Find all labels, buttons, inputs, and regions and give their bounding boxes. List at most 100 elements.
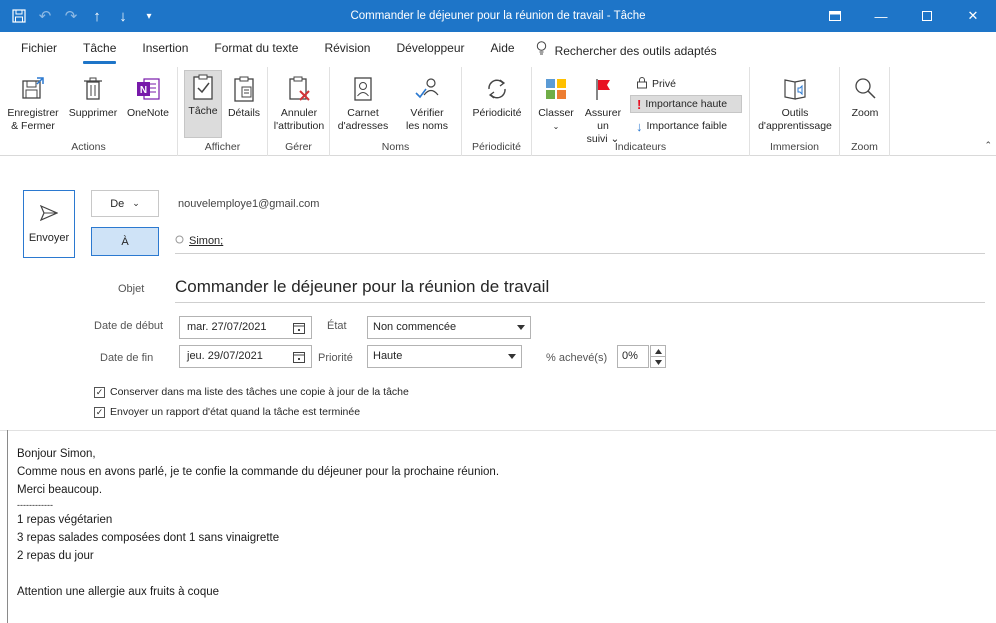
- details-view-button[interactable]: Détails: [225, 73, 263, 120]
- group-indicateurs: Classer ⌄ Assurer un suivi ⌄ Privé ! Imp…: [532, 67, 750, 156]
- exclamation-icon: !: [637, 96, 642, 112]
- delete-button[interactable]: Supprimer: [66, 73, 120, 120]
- lock-icon: [636, 76, 648, 92]
- due-date-field[interactable]: jeu. 29/07/2021: [179, 345, 312, 368]
- group-label-indicateurs: Indicateurs: [614, 141, 667, 153]
- presence-icon: [175, 235, 184, 247]
- from-value: nouvelemploye1@gmail.com: [178, 198, 320, 210]
- group-label-actions: Actions: [71, 141, 106, 153]
- tab-fichier[interactable]: Fichier: [8, 36, 70, 67]
- zoom-button[interactable]: Zoom: [845, 73, 885, 120]
- recurrence-button[interactable]: Périodicité: [467, 73, 527, 120]
- onenote-button[interactable]: N OneNote: [122, 73, 174, 120]
- group-zoom: Zoom Zoom: [840, 67, 890, 156]
- group-label-zoom: Zoom: [851, 141, 878, 153]
- tab-format-du-texte[interactable]: Format du texte: [201, 36, 311, 67]
- group-label-periodicite: Périodicité: [471, 141, 522, 153]
- calendar-icon[interactable]: [293, 350, 305, 363]
- recipient-simon[interactable]: Simon;: [189, 235, 223, 247]
- from-button[interactable]: De ⌄: [91, 190, 159, 217]
- tab-aide[interactable]: Aide: [478, 36, 528, 67]
- group-noms: Carnet d'adresses Vérifier les noms Noms: [330, 67, 462, 156]
- header-divider: [0, 430, 996, 431]
- keep-copy-checkbox[interactable]: ✓: [94, 386, 105, 398]
- group-label-afficher: Afficher: [204, 141, 241, 153]
- chevron-down-icon: ⌄: [552, 122, 560, 131]
- categorize-button[interactable]: Classer ⌄: [536, 73, 576, 133]
- status-report-checkbox[interactable]: ✓: [94, 406, 105, 418]
- trash-icon: [77, 73, 109, 105]
- address-book-button[interactable]: Carnet d'adresses: [332, 73, 394, 133]
- recurrence-icon: [481, 73, 513, 105]
- tell-me-search[interactable]: Rechercher des outils adaptés: [528, 36, 717, 67]
- cancel-assignment-button[interactable]: Annuler l'attribution: [272, 73, 326, 133]
- learning-tools-icon: [779, 73, 811, 105]
- start-date-field[interactable]: mar. 27/07/2021: [179, 316, 312, 339]
- body-line: [17, 565, 499, 583]
- tab-developpeur[interactable]: Développeur: [383, 36, 477, 67]
- spin-up-icon[interactable]: [651, 346, 665, 357]
- calendar-icon[interactable]: [293, 321, 305, 334]
- keep-copy-checkbox-row[interactable]: ✓ Conserver dans ma liste des tâches une…: [94, 386, 409, 398]
- tab-revision[interactable]: Révision: [311, 36, 383, 67]
- check-names-button[interactable]: Vérifier les noms: [398, 73, 456, 133]
- body-line: Bonjour Simon,: [17, 448, 96, 460]
- to-field[interactable]: Simon;: [175, 229, 985, 254]
- to-button[interactable]: À: [91, 227, 159, 256]
- check-names-icon: [411, 73, 443, 105]
- ribbon-display-options-icon[interactable]: [812, 0, 858, 32]
- send-button[interactable]: Envoyer: [23, 190, 75, 258]
- spin-down-icon[interactable]: [651, 357, 665, 368]
- onenote-icon: N: [132, 73, 164, 105]
- group-label-gerer: Gérer: [285, 141, 312, 153]
- private-button[interactable]: Privé: [636, 75, 676, 93]
- body-line: Attention une allergie aux fruits à coqu…: [17, 586, 220, 598]
- learning-tools-button[interactable]: Outils d'apprentissage: [754, 73, 836, 133]
- priority-label: Priorité: [318, 352, 353, 364]
- save-close-icon: [17, 73, 49, 105]
- details-clipboard-icon: [228, 73, 260, 105]
- body-left-border: [7, 430, 8, 623]
- body-line: 1 repas végétarien: [17, 514, 113, 526]
- group-immersion: Outils d'apprentissage Immersion: [750, 67, 840, 156]
- send-icon: [39, 204, 59, 224]
- group-gerer: Annuler l'attribution Gérer: [268, 67, 330, 156]
- collapse-ribbon-icon[interactable]: ⌃: [984, 140, 992, 151]
- body-line: Comme nous en avons parlé, je te confie …: [17, 466, 500, 478]
- body-line: Merci beaucoup.: [17, 484, 103, 496]
- close-icon[interactable]: ✕: [950, 0, 996, 32]
- status-label: État: [327, 320, 347, 332]
- ribbon-tabs: Fichier Tâche Insertion Format du texte …: [0, 32, 996, 67]
- status-report-checkbox-row[interactable]: ✓ Envoyer un rapport d'état quand la tâc…: [94, 406, 360, 418]
- tab-tache[interactable]: Tâche: [70, 36, 129, 67]
- red-flag-icon: [587, 73, 619, 105]
- percent-spinner[interactable]: [650, 345, 666, 368]
- title-bar: ↶ ↷ ↑ ↓ ▾ Commander le déjeuner pour la …: [0, 0, 996, 32]
- tell-me-label: Rechercher des outils adaptés: [554, 44, 717, 58]
- task-body[interactable]: Bonjour Simon, Comme nous en avons parlé…: [17, 445, 499, 601]
- high-importance-button[interactable]: ! Importance haute: [630, 95, 742, 113]
- low-importance-button[interactable]: ↓ Importance faible: [636, 117, 727, 135]
- magnifier-icon: [849, 73, 881, 105]
- address-book-icon: [347, 73, 379, 105]
- tab-insertion[interactable]: Insertion: [129, 36, 201, 67]
- chevron-down-icon: ⌄: [132, 198, 140, 208]
- follow-up-button[interactable]: Assurer un suivi ⌄: [578, 73, 628, 146]
- body-line: 2 repas du jour: [17, 550, 94, 562]
- save-close-button[interactable]: Enregistrer & Fermer: [4, 73, 62, 133]
- task-view-button[interactable]: Tâche: [184, 70, 222, 138]
- priority-dropdown[interactable]: Haute: [367, 345, 522, 368]
- subject-field[interactable]: Commander le déjeuner pour la réunion de…: [175, 271, 985, 303]
- percent-complete-field[interactable]: 0%: [617, 345, 649, 368]
- group-periodicite: Périodicité Périodicité: [462, 67, 532, 156]
- minimize-icon[interactable]: —: [858, 0, 904, 32]
- start-date-label: Date de début: [94, 320, 164, 332]
- status-dropdown[interactable]: Non commencée: [367, 316, 531, 339]
- cancel-assignment-icon: [283, 73, 315, 105]
- maximize-icon[interactable]: [904, 0, 950, 32]
- subject-label: Objet: [118, 283, 145, 295]
- svg-text:N: N: [140, 85, 147, 96]
- body-line: ------------: [17, 500, 53, 510]
- group-afficher: Tâche Détails Afficher: [178, 67, 268, 156]
- due-date-label: Date de fin: [100, 352, 154, 364]
